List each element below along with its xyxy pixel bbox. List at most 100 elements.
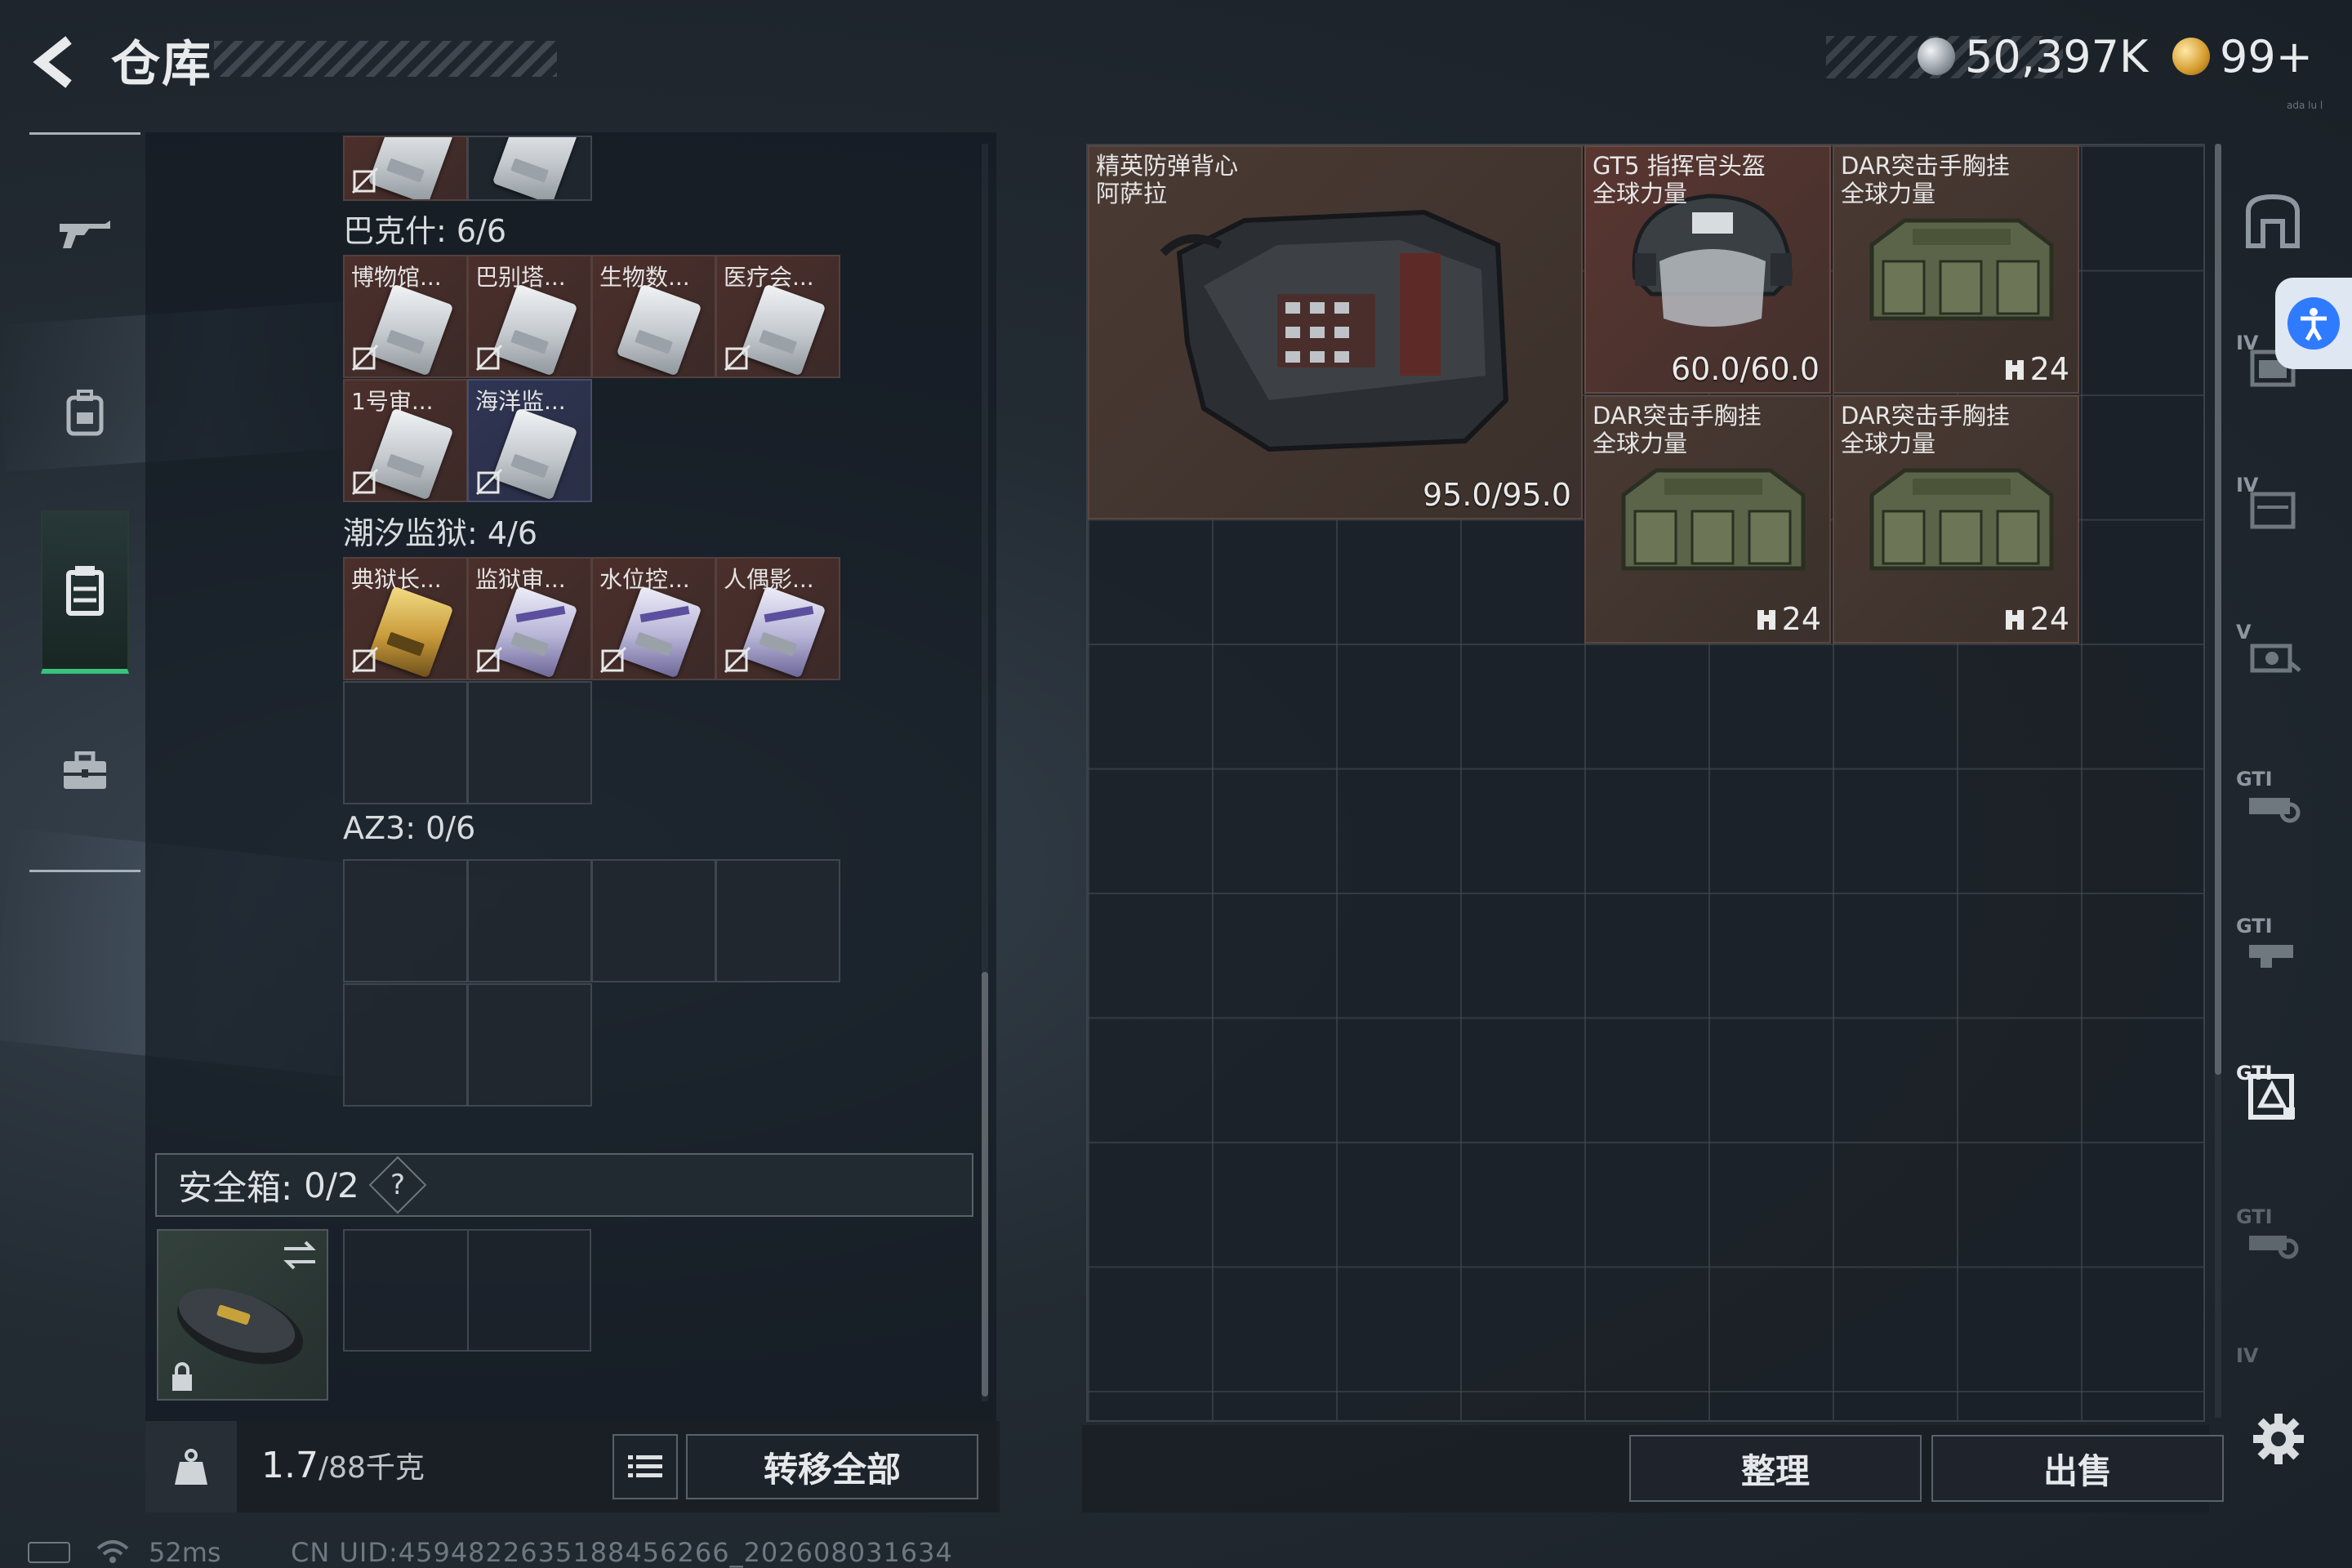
keycard-slot[interactable]: 水位控... — [591, 557, 716, 680]
empty-slot[interactable] — [467, 983, 592, 1107]
chest-rig-icon — [1869, 468, 2054, 571]
user-uid: CN UID:4594822635188456266_202608031634 — [291, 1537, 953, 1568]
keycard-slot[interactable]: 医疗会... — [715, 255, 840, 378]
safe-box-count: 0/2 — [304, 1165, 359, 1205]
help-icon: ? — [390, 1168, 405, 1201]
title-decoration — [214, 41, 557, 77]
empty-slot[interactable] — [591, 859, 716, 982]
help-button[interactable]: ? — [368, 1156, 427, 1214]
inventory-slot-partial[interactable] — [343, 136, 468, 201]
page-label: IV — [2236, 1344, 2259, 1365]
stash-page-armor-iv-2[interactable]: IV — [2236, 470, 2310, 544]
keycard-slot[interactable]: 海洋监... — [467, 379, 592, 502]
page-title: 仓库 — [111, 36, 212, 93]
empty-slot[interactable] — [467, 681, 592, 804]
item-capacity-value: 24 — [1781, 601, 1821, 637]
section-label-bakshi: 巴克什: 6/6 — [343, 213, 507, 249]
item-durability: 60.0/60.0 — [1670, 351, 1820, 387]
keycard-name: 监狱审... — [475, 566, 566, 593]
nav-backpack-tab[interactable] — [41, 331, 129, 494]
item-capacity: 24 — [2004, 601, 2069, 637]
page-label: GTI — [2236, 1062, 2273, 1085]
keycard-name: 医疗会... — [724, 264, 814, 291]
keycard-slot[interactable]: 人偶影... — [715, 557, 840, 680]
swap-icon[interactable] — [281, 1239, 318, 1272]
keycard-name: 1号审... — [351, 388, 434, 415]
unbound-icon — [351, 344, 379, 372]
stash-item-chest-rig[interactable]: DAR突击手胸挂 全球力量 24 — [1833, 395, 2079, 644]
stash-page-gti-2[interactable]: GTI — [2236, 911, 2310, 985]
vest-icon — [66, 566, 104, 616]
safe-box-item[interactable] — [157, 1229, 328, 1401]
back-button[interactable] — [23, 29, 88, 95]
stash-page-gti[interactable]: GTI — [2236, 764, 2310, 838]
stash-scrollbar[interactable] — [2215, 144, 2221, 1075]
empty-slot[interactable] — [343, 983, 468, 1107]
stash-page-gti-selected[interactable]: GTI — [2236, 1058, 2310, 1132]
item-name: 精英防弹背心 阿萨拉 — [1096, 152, 1239, 207]
unbound-icon — [475, 646, 503, 674]
stash-item-helmet[interactable]: GT5 指挥官头盔 全球力量 60.0/60.0 — [1584, 145, 1831, 394]
section-label-tidal-prison: 潮汐监狱: 4/6 — [343, 515, 538, 551]
container-scrollbar[interactable] — [982, 972, 988, 1396]
page-label: GTI — [2236, 1205, 2273, 1228]
keycard-name: 人偶影... — [724, 566, 814, 593]
stash-page-armor-v[interactable]: V — [2236, 617, 2310, 691]
keycard-icon — [740, 283, 826, 376]
section-label-az3: AZ3: 0/6 — [343, 810, 476, 846]
keycard-slot[interactable]: 1号审... — [343, 379, 468, 502]
keycard-name: 博物馆... — [351, 264, 442, 291]
empty-slot[interactable] — [343, 859, 468, 982]
empty-slot[interactable] — [343, 681, 468, 804]
keycard-slot[interactable]: 巴别塔... — [467, 255, 592, 378]
empty-slot[interactable] — [715, 859, 840, 982]
sort-button[interactable]: 整理 — [1629, 1435, 1922, 1502]
currency-silver[interactable]: 50,397K — [1918, 28, 2148, 85]
weight-icon-box — [145, 1421, 237, 1512]
safe-box-empty-slots[interactable] — [343, 1229, 591, 1352]
capacity-icon — [2005, 610, 2024, 630]
stash-page-vest[interactable] — [2236, 185, 2310, 258]
item-capacity: 24 — [2004, 351, 2069, 387]
page-label: V — [2236, 621, 2252, 644]
purple-keycard-icon — [740, 586, 826, 679]
keycard-slot[interactable]: 监狱审... — [467, 557, 592, 680]
unbound-icon — [599, 646, 627, 674]
currency-gold[interactable]: 99+ — [2172, 28, 2313, 85]
nav-weapon-tab[interactable] — [41, 151, 129, 314]
chest-rig-icon — [1869, 218, 2054, 321]
transfer-all-button[interactable]: 转移全部 — [686, 1434, 978, 1499]
settings-button[interactable] — [2246, 1406, 2311, 1472]
sell-button[interactable]: 出售 — [1931, 1435, 2224, 1502]
keycard-slot[interactable]: 博物馆... — [343, 255, 468, 378]
stash-item-chest-rig[interactable]: DAR突击手胸挂 全球力量 24 — [1584, 395, 1831, 644]
keycard-slot[interactable]: 生物数... — [591, 255, 716, 378]
item-durability: 95.0/95.0 — [1422, 477, 1571, 513]
keycard-name: 典狱长... — [351, 566, 442, 593]
nav-vest-tab[interactable] — [41, 510, 129, 674]
list-view-button[interactable] — [612, 1434, 678, 1499]
capacity-icon — [1757, 610, 1775, 630]
item-name: GT5 指挥官头盔 全球力量 — [1592, 152, 1766, 207]
currency-gold-value: 99+ — [2220, 30, 2313, 82]
keycard-icon — [492, 283, 578, 376]
stash-item-chest-rig[interactable]: DAR突击手胸挂 全球力量 24 — [1833, 145, 2079, 394]
stash-item-armor-vest[interactable]: 精英防弹背心 阿萨拉 95.0/95.0 — [1088, 145, 1583, 519]
stash-page-gti-3[interactable]: GTI — [2236, 1202, 2310, 1276]
weight-current: 1.7 — [261, 1445, 318, 1486]
accessibility-button[interactable] — [2275, 278, 2352, 369]
stash-page-armor-iv-3[interactable]: IV — [2236, 1341, 2310, 1365]
keycard-icon — [368, 408, 454, 501]
rifle-icon — [60, 220, 110, 248]
list-icon — [628, 1455, 662, 1477]
keycard-slot[interactable]: 典狱长... — [343, 557, 468, 680]
keycard-icon — [368, 283, 454, 376]
battery-icon — [28, 1542, 70, 1563]
empty-slot[interactable] — [467, 859, 592, 982]
weight-display: 1.7/88千克 — [261, 1444, 425, 1486]
currency-silver-value: 50,397K — [1965, 30, 2149, 82]
nav-case-tab[interactable] — [41, 690, 129, 853]
inventory-slot-partial[interactable] — [467, 136, 592, 201]
unbound-icon — [351, 167, 379, 194]
keycard-icon — [616, 283, 702, 376]
